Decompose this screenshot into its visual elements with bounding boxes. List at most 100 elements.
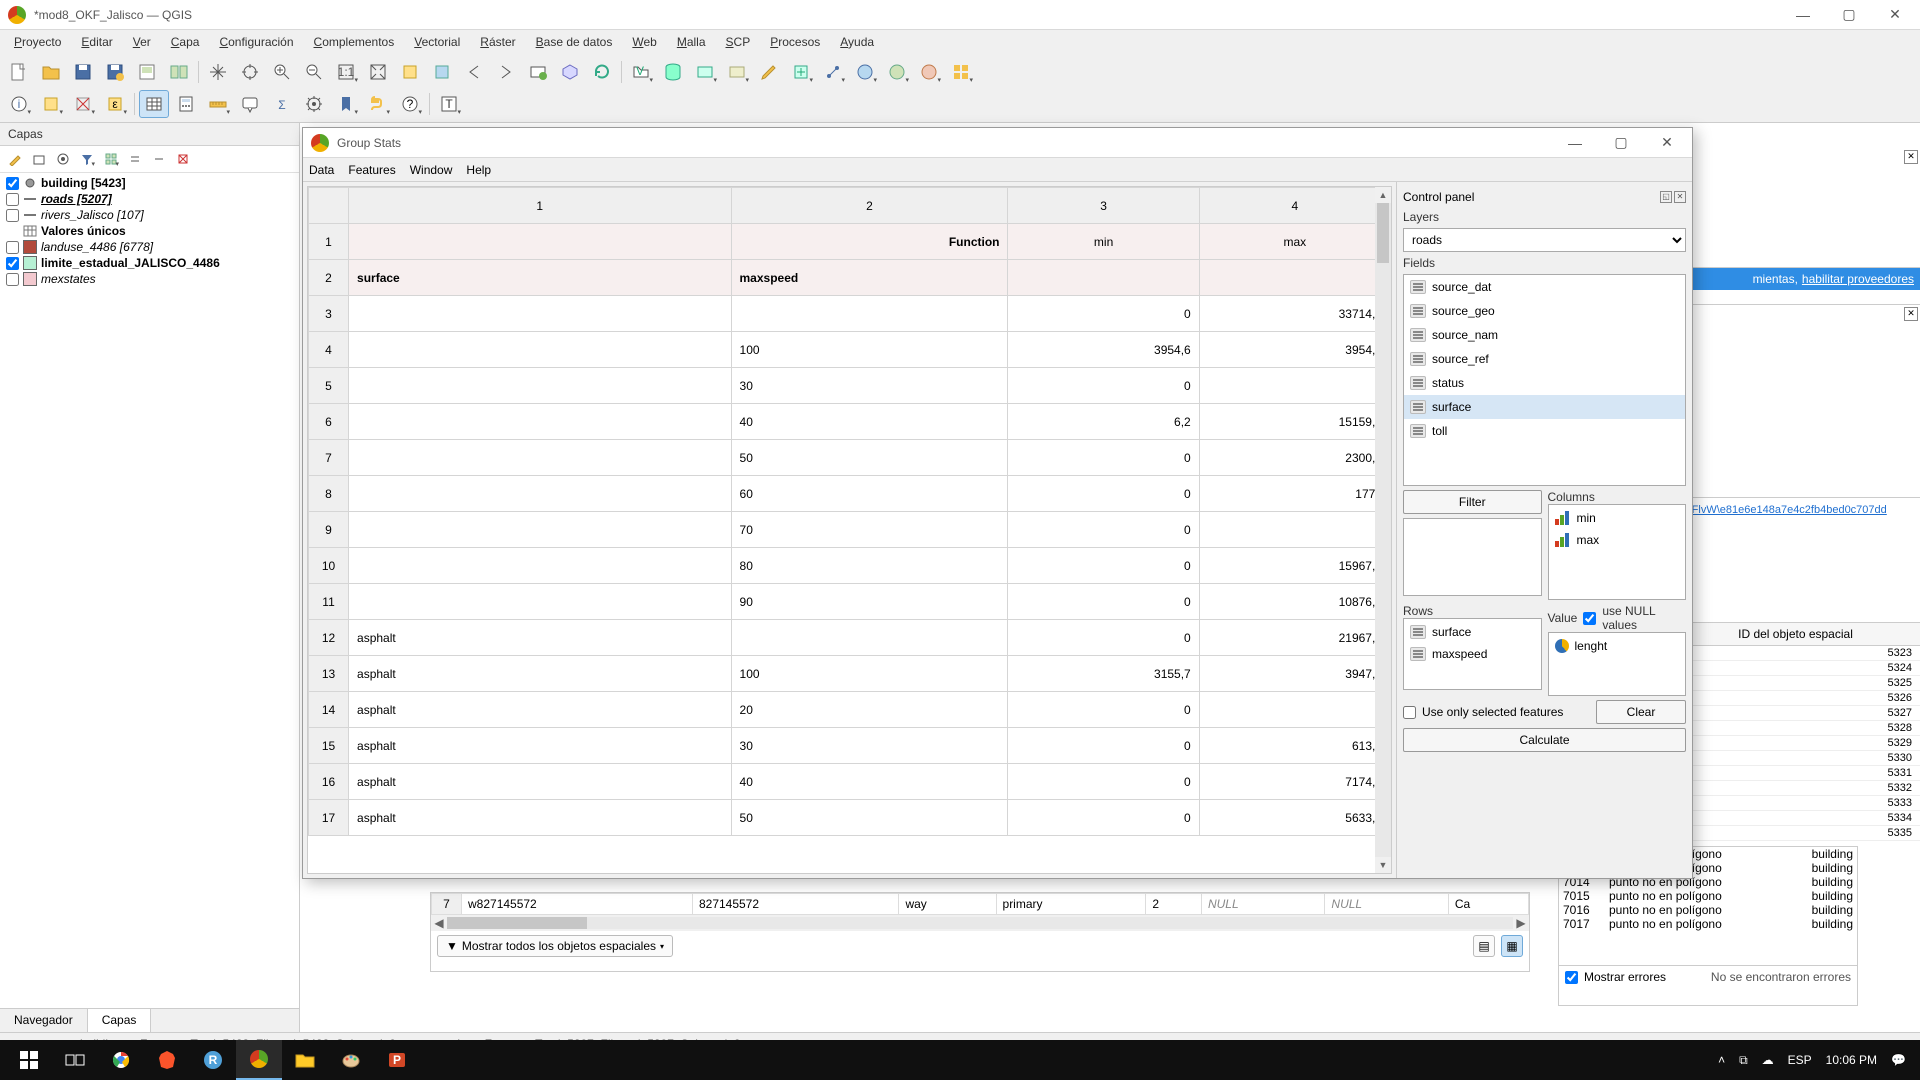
results-vscroll[interactable]: ▲▼ (1375, 187, 1391, 873)
clock[interactable]: 10:06 PM (1826, 1053, 1877, 1067)
field-item[interactable]: source_dat (1404, 275, 1685, 299)
layer-item[interactable]: landuse_4486 [6778] (4, 239, 295, 255)
powerpoint-taskbar-icon[interactable]: P (374, 1040, 420, 1080)
result-row[interactable]: 1080015967,6 (309, 548, 1391, 584)
rstudio-taskbar-icon[interactable]: R (190, 1040, 236, 1080)
field-item[interactable]: source_geo (1404, 299, 1685, 323)
expand-all-button[interactable] (124, 148, 146, 170)
menu-malla[interactable]: Malla (667, 32, 716, 52)
db-manager-button[interactable] (658, 58, 688, 86)
start-button[interactable] (6, 1040, 52, 1080)
result-row[interactable]: 17asphalt5005633,4 (309, 800, 1391, 836)
menu-configuración[interactable]: Configuración (209, 32, 303, 52)
zoom-out-button[interactable] (299, 58, 329, 86)
zoom-last-button[interactable] (459, 58, 489, 86)
layer-item[interactable]: building [5423] (4, 175, 295, 191)
field-item[interactable]: surface (1404, 395, 1685, 419)
menu-procesos[interactable]: Procesos (760, 32, 830, 52)
edit-toggle-button[interactable] (754, 58, 784, 86)
show-all-features-button[interactable]: ▼Mostrar todos los objetos espaciales▾ (437, 935, 673, 957)
layer-visibility-checkbox[interactable] (6, 273, 19, 286)
row-item[interactable]: surface (1406, 621, 1539, 643)
layer-styling-button[interactable] (4, 148, 26, 170)
close-button[interactable]: ✕ (1872, 0, 1918, 30)
help-button[interactable]: ? (395, 90, 425, 118)
spatial-id-row[interactable]: 5328 (1671, 721, 1920, 736)
filter-box[interactable] (1403, 518, 1542, 596)
filter-button[interactable]: Filter (1403, 490, 1542, 514)
temp-path-link[interactable]: EBFlvW\e81e6e148a7e4c2fb4bed0c707dd (1671, 498, 1920, 522)
wms-button[interactable] (850, 58, 880, 86)
result-row[interactable]: 41003954,63954,6 (309, 332, 1391, 368)
layer-item[interactable]: limite_estadual_JALISCO_4486 (4, 255, 295, 271)
save-as-button[interactable] (100, 58, 130, 86)
rows-box[interactable]: surfacemaxspeed (1403, 618, 1542, 690)
layer-visibility-checkbox[interactable] (6, 241, 19, 254)
identify-button[interactable]: i (4, 90, 34, 118)
spatial-id-row[interactable]: 5327 (1671, 706, 1920, 721)
collapse-all-button[interactable] (148, 148, 170, 170)
spatial-id-row[interactable]: 5323 (1671, 646, 1920, 661)
tab-navegador[interactable]: Navegador (0, 1009, 88, 1032)
qgis-taskbar-icon[interactable] (236, 1040, 282, 1080)
menu-ver[interactable]: Ver (123, 32, 161, 52)
menu-ráster[interactable]: Ráster (470, 32, 525, 52)
menu-ayuda[interactable]: Ayuda (830, 32, 884, 52)
wfs-button[interactable] (882, 58, 912, 86)
field-item[interactable]: source_nam (1404, 323, 1685, 347)
spatial-id-row[interactable]: 5329 (1671, 736, 1920, 751)
spatial-id-row[interactable]: 5326 (1671, 691, 1920, 706)
layer-visibility-button[interactable] (100, 148, 122, 170)
value-box[interactable]: lenght (1548, 632, 1687, 696)
onedrive-tray-icon[interactable]: ☁ (1762, 1053, 1774, 1067)
result-row[interactable]: 97000 (309, 512, 1391, 548)
groupstats-results-table[interactable]: 1 2 3 4 1Functionminmax 2surfacemaxspeed… (307, 186, 1392, 874)
column-item[interactable]: min (1551, 507, 1684, 529)
gs-menu-features[interactable]: Features (348, 163, 395, 177)
deselect-button[interactable] (68, 90, 98, 118)
layers-select[interactable]: roads (1403, 228, 1686, 252)
layer-item[interactable]: mexstates (4, 271, 295, 287)
zoom-in-button[interactable] (267, 58, 297, 86)
form-view-button[interactable]: ▤ (1473, 935, 1495, 957)
statistics-button[interactable]: Σ (267, 90, 297, 118)
select-button[interactable] (36, 90, 66, 118)
spatial-id-row[interactable]: 5335 (1671, 826, 1920, 841)
zoom-next-button[interactable] (491, 58, 521, 86)
gs-menu-window[interactable]: Window (410, 163, 453, 177)
gs-close-button[interactable]: ✕ (1644, 128, 1690, 158)
field-item[interactable]: source_ref (1404, 347, 1685, 371)
tab-capas[interactable]: Capas (88, 1009, 152, 1032)
new-3d-view-button[interactable] (555, 58, 585, 86)
fields-listbox[interactable]: source_datsource_geosource_namsource_ref… (1403, 274, 1686, 486)
field-item[interactable]: status (1404, 371, 1685, 395)
gs-minimize-button[interactable]: — (1552, 128, 1598, 158)
col-2-header[interactable]: 2 (731, 188, 1008, 224)
select-by-value-button[interactable]: ε (100, 90, 130, 118)
vector-new-button[interactable]: V (626, 58, 656, 86)
field-calc-button[interactable] (171, 90, 201, 118)
new-project-button[interactable] (4, 58, 34, 86)
spatial-id-list[interactable]: 5323532453255326532753285329533053315332… (1671, 646, 1920, 841)
brave-taskbar-icon[interactable] (144, 1040, 190, 1080)
field-item[interactable]: toll (1404, 419, 1685, 443)
table-view-button[interactable]: ▦ (1501, 935, 1523, 957)
menu-complementos[interactable]: Complementos (304, 32, 405, 52)
menu-capa[interactable]: Capa (161, 32, 210, 52)
menu-vectorial[interactable]: Vectorial (404, 32, 470, 52)
columns-box[interactable]: minmax (1548, 504, 1687, 600)
gs-menu-data[interactable]: Data (309, 163, 334, 177)
calculate-button[interactable]: Calculate (1403, 728, 1686, 752)
minimize-button[interactable]: — (1780, 0, 1826, 30)
spatial-id-row[interactable]: 5324 (1671, 661, 1920, 676)
spatial-id-row[interactable]: 5325 (1671, 676, 1920, 691)
gs-menu-help[interactable]: Help (466, 163, 491, 177)
panel-close-icon-2[interactable]: ✕ (1904, 307, 1918, 321)
spatial-id-row[interactable]: 5332 (1671, 781, 1920, 796)
add-feature-button[interactable] (786, 58, 816, 86)
attr-hscroll[interactable]: ◀▶ (431, 915, 1529, 931)
enable-providers-link[interactable]: habilitar proveedores (1802, 272, 1914, 286)
layer-item[interactable]: Valores únicos (4, 223, 295, 239)
result-row[interactable]: 14asphalt2000 (309, 692, 1391, 728)
zoom-selection-button[interactable] (395, 58, 425, 86)
